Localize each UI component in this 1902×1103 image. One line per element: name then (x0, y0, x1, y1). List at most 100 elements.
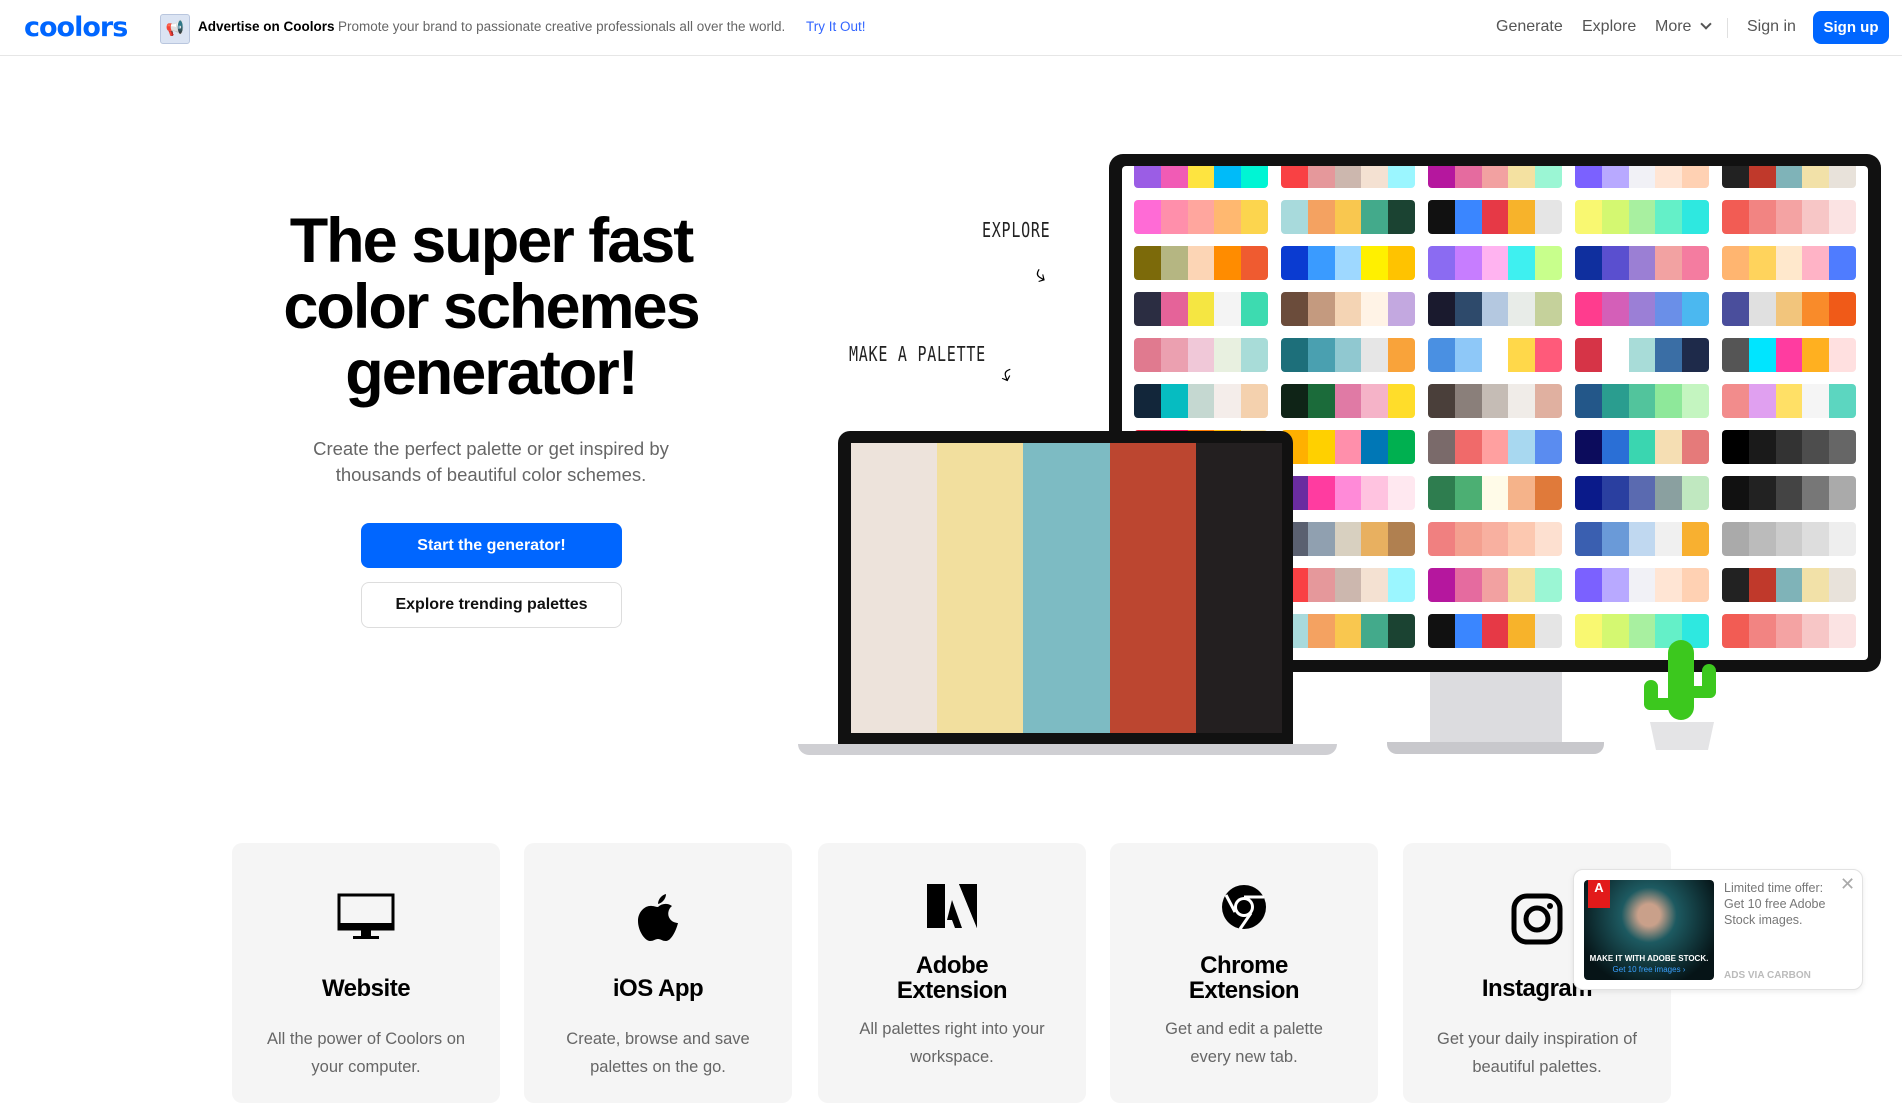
palette-thumbnail[interactable] (1134, 166, 1268, 188)
hero-title: The super fast color schemes generator! (283, 206, 700, 408)
palette-thumbnail[interactable] (1281, 384, 1415, 418)
palette-thumbnail[interactable] (1428, 166, 1562, 188)
palette-thumbnail[interactable] (1134, 338, 1268, 372)
palette-thumbnail[interactable] (1722, 476, 1856, 510)
palette-thumbnail[interactable] (1134, 246, 1268, 280)
palette-thumbnail[interactable] (1428, 384, 1562, 418)
carbon-ad[interactable]: A MAKE IT WITH ADOBE STOCK. Get 10 free … (1573, 869, 1863, 990)
palette-thumbnail[interactable] (1428, 614, 1562, 648)
palette-thumbnail[interactable] (1428, 338, 1562, 372)
sign-in-link[interactable]: Sign in (1747, 18, 1796, 36)
palette-thumbnail[interactable] (1575, 166, 1709, 188)
palette-swatch (1334, 568, 1362, 602)
palette-swatch (1535, 200, 1562, 234)
palette-thumbnail[interactable] (1722, 568, 1856, 602)
palette-swatch (1307, 200, 1335, 234)
palette-thumbnail[interactable] (1575, 476, 1709, 510)
palette-thumbnail[interactable] (1428, 292, 1562, 326)
palette-swatch (1160, 292, 1188, 326)
palette-thumbnail[interactable] (1575, 568, 1709, 602)
palette-swatch (1428, 292, 1455, 326)
palette-thumbnail[interactable] (1575, 522, 1709, 556)
palette-thumbnail[interactable] (1281, 614, 1415, 648)
palette-thumbnail[interactable] (1722, 246, 1856, 280)
nav-explore[interactable]: Explore (1582, 18, 1636, 36)
palette-swatch (1361, 338, 1389, 372)
palette-swatch (1508, 476, 1536, 510)
palette-thumbnail[interactable] (1575, 200, 1709, 234)
palette-thumbnail[interactable] (1281, 430, 1415, 464)
palette-swatch (1601, 292, 1629, 326)
palette-thumbnail[interactable] (1575, 338, 1709, 372)
sign-up-button[interactable]: Sign up (1813, 11, 1889, 44)
palette-thumbnail[interactable] (1281, 292, 1415, 326)
palette-thumbnail[interactable] (1722, 522, 1856, 556)
palette-thumbnail[interactable] (1575, 246, 1709, 280)
nav-generate[interactable]: Generate (1496, 18, 1563, 36)
palette-thumbnail[interactable] (1134, 200, 1268, 234)
close-icon[interactable]: ✕ (1840, 874, 1855, 895)
palette-swatch (1334, 430, 1362, 464)
palette-swatch (1628, 522, 1656, 556)
palette-thumbnail[interactable] (1281, 246, 1415, 280)
palette-thumbnail[interactable] (1428, 246, 1562, 280)
palette-swatch (1601, 522, 1629, 556)
palette-thumbnail[interactable] (1281, 200, 1415, 234)
ads-via-carbon-link[interactable]: ADS VIA CARBON (1724, 970, 1811, 981)
palette-swatch (1134, 384, 1161, 418)
palette-thumbnail[interactable] (1134, 384, 1268, 418)
palette-thumbnail[interactable] (1575, 292, 1709, 326)
palette-swatch (1682, 476, 1709, 510)
palette-swatch (1214, 200, 1242, 234)
palette-thumbnail[interactable] (1722, 384, 1856, 418)
palette-swatch (1601, 384, 1629, 418)
card-chrome-extension[interactable]: Chrome Extension Get and edit a palette … (1110, 843, 1378, 1103)
start-generator-button[interactable]: Start the generator! (361, 523, 622, 568)
card-ios-app[interactable]: iOS App Create, browse and save palettes… (524, 843, 792, 1103)
palette-thumbnail[interactable] (1722, 166, 1856, 188)
palette-swatch (1802, 476, 1830, 510)
palette-thumbnail[interactable] (1428, 200, 1562, 234)
palette-thumbnail[interactable] (1428, 430, 1562, 464)
palette-thumbnail[interactable] (1281, 476, 1415, 510)
palette-swatch (1628, 246, 1656, 280)
palette-swatch (1682, 568, 1709, 602)
palette-swatch (1241, 200, 1268, 234)
palette-swatch (1775, 522, 1803, 556)
nav-more[interactable]: More (1655, 18, 1712, 36)
make-palette-label: MAKE A PALETTE (849, 342, 986, 366)
palette-swatch (1481, 384, 1509, 418)
palette-thumbnail[interactable] (1428, 568, 1562, 602)
palette-swatch (1722, 292, 1749, 326)
explore-trending-button[interactable]: Explore trending palettes (361, 582, 622, 628)
ad-image[interactable]: A MAKE IT WITH ADOBE STOCK. Get 10 free … (1584, 880, 1714, 980)
palette-thumbnail[interactable] (1281, 568, 1415, 602)
palette-thumbnail[interactable] (1281, 166, 1415, 188)
palette-thumbnail[interactable] (1281, 522, 1415, 556)
palette-swatch (1682, 522, 1709, 556)
palette-swatch (1722, 338, 1749, 372)
coolors-logo[interactable]: coolors (24, 12, 128, 43)
card-website[interactable]: Website All the power of Coolors on your… (232, 843, 500, 1103)
palette-thumbnail[interactable] (1428, 476, 1562, 510)
card-title: Website (321, 974, 411, 1002)
palette-thumbnail[interactable] (1722, 430, 1856, 464)
palette-swatch (1575, 430, 1602, 464)
palette-thumbnail[interactable] (1722, 338, 1856, 372)
card-adobe-extension[interactable]: Adobe Extension All palettes right into … (818, 843, 1086, 1103)
card-text: Get and edit a palette every new tab. (1165, 1020, 1323, 1066)
palette-swatch (1829, 200, 1856, 234)
try-it-out-link[interactable]: Try It Out! (806, 19, 866, 34)
palette-swatch (1361, 384, 1389, 418)
palette-thumbnail[interactable] (1575, 430, 1709, 464)
palette-thumbnail[interactable] (1722, 292, 1856, 326)
palette-thumbnail[interactable] (1722, 614, 1856, 648)
palette-thumbnail[interactable] (1428, 522, 1562, 556)
palette-thumbnail[interactable] (1722, 200, 1856, 234)
ad-description[interactable]: Limited time offer: Get 10 free Adobe St… (1724, 880, 1839, 928)
palette-thumbnail[interactable] (1575, 384, 1709, 418)
palette-swatch (1508, 568, 1536, 602)
palette-thumbnail[interactable] (1134, 292, 1268, 326)
palette-swatch (1307, 246, 1335, 280)
palette-thumbnail[interactable] (1281, 338, 1415, 372)
